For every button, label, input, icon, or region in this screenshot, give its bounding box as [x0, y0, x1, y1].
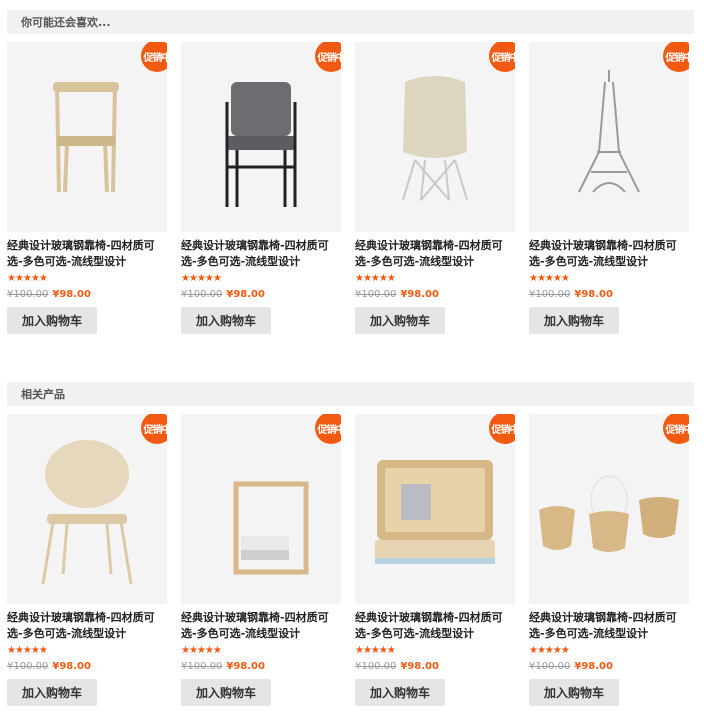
product-title[interactable]: 经典设计玻璃钢靠椅-四材质可选-多色可选-流线型设计 [355, 238, 515, 270]
product-card[interactable]: 促销中 经典设计玻璃钢靠椅-四材质可选-多色可选-流线型设计 ★★★★★ ¥10… [181, 42, 341, 342]
product-card[interactable]: 促销中 经典设计玻璃钢靠椅-四材质可选-多色可选-流线型设计 ★★★★★ ¥10… [181, 414, 341, 714]
add-to-cart-button[interactable]: 加入购物车 [7, 307, 97, 334]
sale-badge: 促销中 [663, 42, 689, 72]
price-row: ¥100.00 ¥98.00 [181, 289, 265, 300]
section-title: 相关产品 [21, 388, 65, 401]
sale-price: ¥98.00 [52, 661, 91, 672]
add-to-cart-button[interactable]: 加入购物车 [529, 679, 619, 706]
eames-chair-icon [402, 76, 468, 201]
original-price: ¥100.00 [529, 289, 571, 300]
rating-stars: ★★★★★ [529, 645, 570, 656]
section-title: 你可能还会喜欢... [21, 16, 111, 29]
product-image[interactable]: 促销中 [529, 414, 689, 604]
product-image[interactable]: 促销中 [7, 414, 167, 604]
original-price: ¥100.00 [181, 289, 223, 300]
section-header: 你可能还会喜欢... [7, 10, 694, 34]
price-row: ¥100.00 ¥98.00 [529, 289, 613, 300]
add-to-cart-button[interactable]: 加入购物车 [181, 679, 271, 706]
add-to-cart-button[interactable]: 加入购物车 [355, 679, 445, 706]
add-to-cart-button[interactable]: 加入购物车 [355, 307, 445, 334]
rating-stars: ★★★★★ [7, 273, 48, 284]
price-row: ¥100.00 ¥98.00 [355, 289, 439, 300]
product-card[interactable]: 促销中 经典设计玻璃钢靠椅-四材质可选-多色可选-流线型设计 ★★★★★ ¥10… [7, 42, 167, 342]
price-row: ¥100.00 ¥98.00 [7, 289, 91, 300]
rating-stars: ★★★★★ [7, 645, 48, 656]
original-price: ¥100.00 [7, 661, 49, 672]
sale-badge: 促销中 [663, 414, 689, 444]
product-title[interactable]: 经典设计玻璃钢靠椅-四材质可选-多色可选-流线型设计 [7, 610, 167, 642]
product-image[interactable]: 促销中 [181, 42, 341, 232]
rating-stars: ★★★★★ [181, 645, 222, 656]
original-price: ¥100.00 [181, 661, 223, 672]
product-title[interactable]: 经典设计玻璃钢靠椅-四材质可选-多色可选-流线型设计 [7, 238, 167, 270]
sale-badge: 促销中 [489, 42, 515, 72]
original-price: ¥100.00 [7, 289, 49, 300]
wooden-cups-icon [539, 475, 679, 552]
original-price: ¥100.00 [355, 289, 397, 300]
sale-price: ¥98.00 [574, 661, 613, 672]
price-row: ¥100.00 ¥98.00 [181, 661, 265, 672]
gray-armchair-icon [225, 82, 297, 207]
sale-price: ¥98.00 [400, 289, 439, 300]
eiffel-tower-icon [578, 70, 640, 193]
sale-badge: 促销中 [489, 414, 515, 444]
product-card[interactable]: 促销中 经典设计玻璃钢靠椅-四材质可选-多色可选-流线型设计 ★★★★★ ¥10… [355, 414, 515, 714]
sale-price: ¥98.00 [574, 289, 613, 300]
sale-price: ¥98.00 [400, 661, 439, 672]
price-row: ¥100.00 ¥98.00 [529, 661, 613, 672]
product-title[interactable]: 经典设计玻璃钢靠椅-四材质可选-多色可选-流线型设计 [181, 238, 341, 270]
add-to-cart-button[interactable]: 加入购物车 [181, 307, 271, 334]
wooden-chair-icon [53, 82, 119, 193]
sale-badge: 促销中 [141, 414, 167, 444]
rating-stars: ★★★★★ [355, 645, 396, 656]
rating-stars: ★★★★★ [355, 273, 396, 284]
round-back-chair-icon [41, 440, 133, 585]
add-to-cart-button[interactable]: 加入购物车 [529, 307, 619, 334]
product-title[interactable]: 经典设计玻璃钢靠椅-四材质可选-多色可选-流线型设计 [181, 610, 341, 642]
sale-badge: 促销中 [141, 42, 167, 72]
product-title[interactable]: 经典设计玻璃钢靠椅-四材质可选-多色可选-流线型设计 [355, 610, 515, 642]
wall-desk-icon [375, 460, 495, 564]
rating-stars: ★★★★★ [181, 273, 222, 284]
add-to-cart-button[interactable]: 加入购物车 [7, 679, 97, 706]
product-title[interactable]: 经典设计玻璃钢靠椅-四材质可选-多色可选-流线型设计 [529, 610, 689, 642]
section-header: 相关产品 [7, 382, 694, 406]
product-card[interactable]: 促销中 经典设计玻璃钢靠椅-四材质可选-多色可选-流线型设计 ★★★★★ ¥10… [529, 414, 689, 714]
product-image[interactable]: 促销中 [529, 42, 689, 232]
product-image[interactable]: 促销中 [355, 414, 515, 604]
original-price: ¥100.00 [529, 661, 571, 672]
product-title[interactable]: 经典设计玻璃钢靠椅-四材质可选-多色可选-流线型设计 [529, 238, 689, 270]
sale-price: ¥98.00 [226, 661, 265, 672]
sale-badge: 促销中 [315, 42, 341, 72]
original-price: ¥100.00 [355, 661, 397, 672]
product-card[interactable]: 促销中 经典设计玻璃钢靠椅-四材质可选-多色可选-流线型设计 ★★★★★ ¥10… [355, 42, 515, 342]
sale-price: ¥98.00 [52, 289, 91, 300]
product-card[interactable]: 促销中 经典设计玻璃钢靠椅-四材质可选-多色可选-流线型设计 ★★★★★ ¥10… [7, 414, 167, 714]
sale-badge: 促销中 [315, 414, 341, 444]
product-image[interactable]: 促销中 [181, 414, 341, 604]
price-row: ¥100.00 ¥98.00 [355, 661, 439, 672]
side-table-icon [233, 481, 309, 575]
sale-price: ¥98.00 [226, 289, 265, 300]
rating-stars: ★★★★★ [529, 273, 570, 284]
product-image[interactable]: 促销中 [355, 42, 515, 232]
price-row: ¥100.00 ¥98.00 [7, 661, 91, 672]
product-image[interactable]: 促销中 [7, 42, 167, 232]
product-card[interactable]: 促销中 经典设计玻璃钢靠椅-四材质可选-多色可选-流线型设计 ★★★★★ ¥10… [529, 42, 689, 342]
